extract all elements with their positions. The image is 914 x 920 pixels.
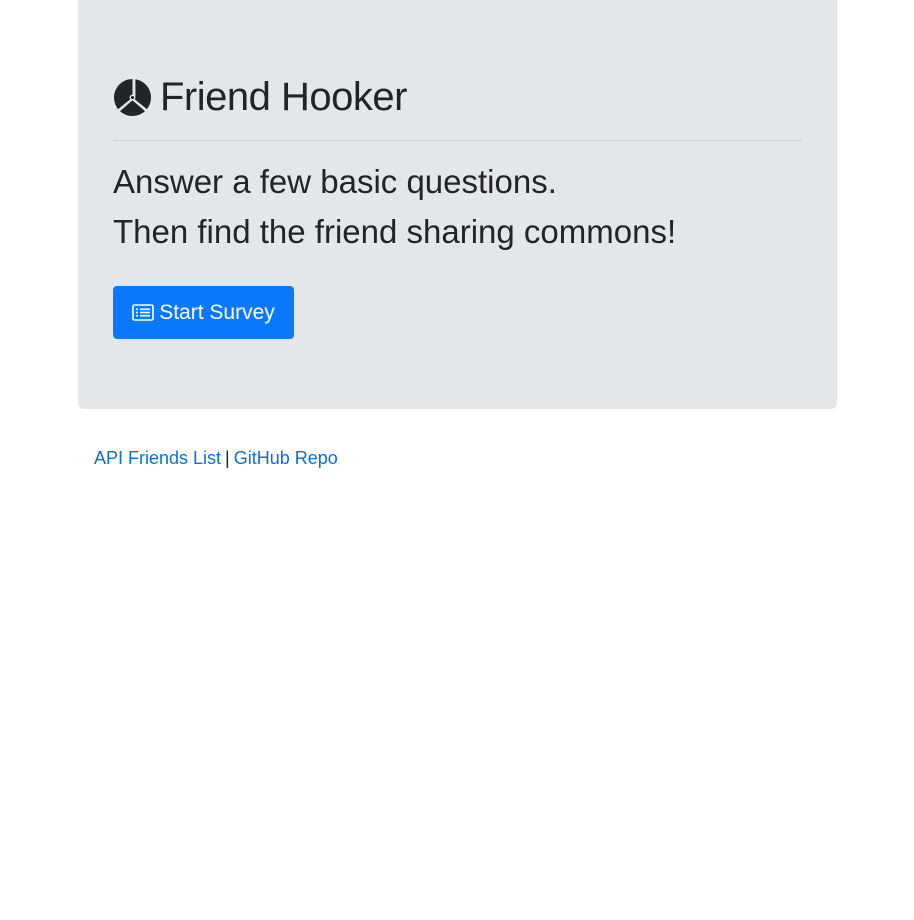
jumbotron: Friend Hooker Answer a few basic questio… — [78, 0, 837, 409]
lead-line-1: Answer a few basic questions. — [113, 163, 557, 200]
start-survey-button[interactable]: Start Survey — [113, 286, 294, 339]
list-icon — [132, 304, 155, 321]
start-survey-label: Start Survey — [159, 300, 275, 324]
page-title: Friend Hooker — [160, 75, 407, 119]
brand: Friend Hooker — [113, 74, 407, 120]
pinwheel-icon — [113, 78, 152, 116]
divider — [113, 140, 802, 141]
lead-line-2: Then find the friend sharing commons! — [113, 213, 677, 250]
lead-text: Answer a few basic questions. Then find … — [113, 157, 676, 257]
footer-links: API Friends List | GitHub Repo — [94, 446, 338, 470]
github-repo-link[interactable]: GitHub Repo — [234, 448, 338, 468]
api-friends-list-link[interactable]: API Friends List — [94, 448, 221, 468]
link-separator: | — [225, 448, 230, 468]
